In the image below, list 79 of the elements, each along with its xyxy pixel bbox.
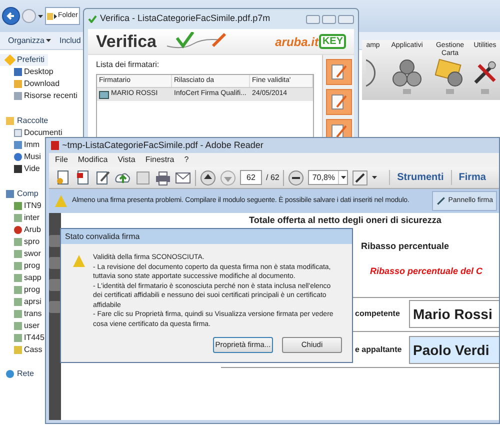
signer-name-field[interactable]: Mario Rossi bbox=[409, 300, 499, 328]
toolbar-button[interactable]: Organizza bbox=[8, 34, 52, 46]
sidebar-item[interactable]: IT445 bbox=[0, 332, 44, 344]
document-pen-icon bbox=[330, 123, 346, 137]
signature-warning-icon bbox=[73, 255, 85, 267]
list-label: Lista dei firmatari: bbox=[96, 59, 160, 71]
sidebar-item[interactable]: Vide bbox=[0, 163, 40, 175]
sidebar-item[interactable]: Arub bbox=[0, 224, 41, 236]
caret-icon bbox=[46, 39, 52, 42]
print-icon[interactable] bbox=[155, 170, 171, 186]
caret-icon bbox=[403, 89, 411, 94]
sidebar-item[interactable]: prog bbox=[0, 284, 40, 296]
caret-icon bbox=[340, 176, 346, 179]
gears-icon bbox=[392, 58, 422, 88]
arrow-left-icon bbox=[6, 11, 16, 21]
pen-icon bbox=[436, 196, 446, 206]
signature-warning-icon bbox=[55, 195, 67, 207]
caret-icon bbox=[481, 89, 489, 94]
window-title: Verifica - ListaCategorieFacSimile.pdf.p7m bbox=[100, 12, 270, 26]
certificate-icon bbox=[99, 90, 109, 98]
pdf-convert-icon[interactable] bbox=[75, 170, 91, 186]
sidebar-item[interactable]: Desktop bbox=[0, 66, 54, 78]
sidebar-item[interactable]: prog bbox=[0, 260, 40, 272]
sidebar-item[interactable]: swor bbox=[0, 248, 41, 260]
sidebar-item[interactable]: Download bbox=[0, 78, 60, 90]
signer-name-field[interactable]: Paolo Verdi bbox=[409, 336, 499, 364]
document-sign-button[interactable] bbox=[326, 89, 352, 115]
document-subheading: Ribasso percentuale bbox=[361, 240, 450, 253]
dialog-title: Stato convalida firma bbox=[65, 230, 140, 242]
menu-item[interactable]: Modifica bbox=[78, 154, 108, 166]
panel-tab[interactable]: Firma bbox=[450, 170, 493, 185]
email-icon[interactable] bbox=[175, 170, 191, 186]
sidebar-item[interactable]: spro bbox=[0, 236, 40, 248]
menu-item[interactable]: Finestra bbox=[145, 154, 174, 166]
edit-icon[interactable] bbox=[95, 170, 111, 186]
sidebar-group[interactable]: Preferiti bbox=[0, 54, 48, 66]
field-label: competente bbox=[355, 308, 401, 320]
sidebar-group[interactable]: Raccolte bbox=[0, 115, 52, 127]
logo-text: aruba.it bbox=[275, 34, 318, 50]
sidebar-item[interactable]: trans bbox=[0, 308, 42, 320]
caret-icon[interactable] bbox=[372, 176, 378, 179]
sidebar-item[interactable]: Risorse recenti bbox=[0, 90, 78, 102]
sidebar-item[interactable]: inter bbox=[0, 212, 40, 224]
card-gear-icon bbox=[435, 58, 465, 88]
menu-item[interactable]: File bbox=[55, 154, 68, 166]
sidebar-group[interactable]: Comp bbox=[0, 188, 42, 200]
sidebar-item[interactable]: ITN9 bbox=[0, 200, 42, 212]
sidebar-item[interactable]: Imm bbox=[0, 139, 40, 151]
zoom-out-icon[interactable] bbox=[288, 170, 304, 186]
sidebar-item[interactable]: Cass bbox=[0, 344, 42, 356]
history-caret-icon[interactable] bbox=[38, 14, 43, 18]
menu-item[interactable]: Vista bbox=[118, 154, 136, 166]
document-sign-button[interactable] bbox=[326, 59, 352, 85]
field-label: e appaltante bbox=[355, 344, 403, 356]
page-field[interactable]: 62 bbox=[240, 170, 262, 185]
window-title: ~tmp-ListaCategorieFacSimile.pdf - Adobe Reader bbox=[62, 138, 264, 152]
document-pen-icon bbox=[330, 93, 346, 111]
page-up-icon[interactable] bbox=[200, 170, 216, 186]
zoom-field[interactable]: 70,8% bbox=[308, 170, 348, 185]
logo-badge: KEY bbox=[319, 34, 346, 49]
sidebar-item[interactable]: aprsi bbox=[0, 296, 42, 308]
toolbar-button[interactable]: Includ bbox=[59, 34, 81, 46]
note-text: Ribasso percentuale del C bbox=[370, 265, 484, 278]
sidebar-item[interactable]: user bbox=[0, 320, 40, 332]
chevron-icon bbox=[54, 14, 57, 18]
document-pen-icon bbox=[330, 63, 346, 81]
pdf-icon bbox=[51, 141, 59, 150]
panel-tab[interactable]: Strumenti bbox=[389, 170, 451, 185]
menu-item[interactable]: ? bbox=[184, 154, 189, 166]
back-button[interactable] bbox=[2, 7, 20, 25]
sidebar-item[interactable]: Musi bbox=[0, 151, 41, 163]
document-heading: Totale offerta al netto degli oneri di sicurezza bbox=[249, 214, 442, 227]
sidebar-group[interactable]: Rete bbox=[0, 368, 37, 380]
check-icon bbox=[88, 15, 97, 23]
page-total: / 62 bbox=[266, 172, 280, 184]
sidebar-item[interactable]: sapp bbox=[0, 272, 42, 284]
sidebar-item[interactable]: Documenti bbox=[0, 127, 62, 139]
caret-icon bbox=[446, 89, 454, 94]
window-heading: Verifica bbox=[96, 30, 156, 53]
